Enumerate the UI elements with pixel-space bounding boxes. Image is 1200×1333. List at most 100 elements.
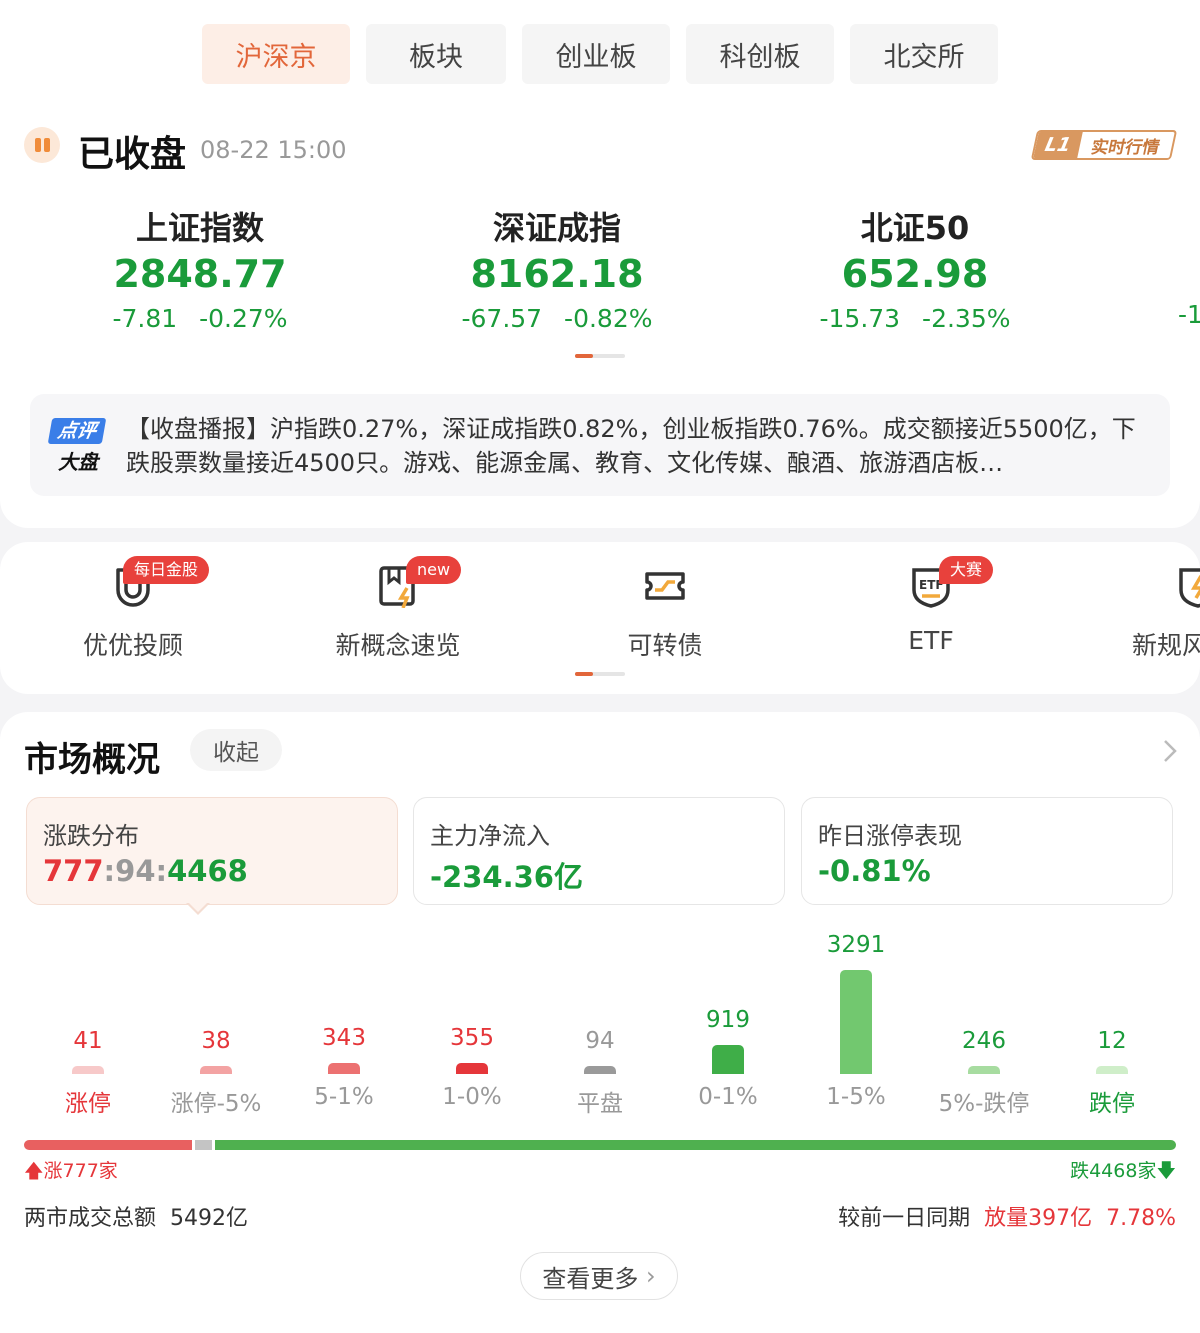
- chevron-right-icon[interactable]: [1158, 738, 1184, 764]
- tool-label: 新概念速览: [335, 631, 461, 660]
- turnover-compare: 较前一日同期 放量397亿 7.78%: [838, 1200, 1176, 1232]
- bar-category-label: 涨停: [65, 1091, 111, 1117]
- down-summary: 跌4468家🡇: [1070, 1156, 1176, 1189]
- index-change-abs: -7.81: [112, 304, 178, 333]
- tool-etf[interactable]: ETF 大赛 ETF: [831, 542, 1031, 694]
- tool-new-concepts[interactable]: new 新概念速览: [298, 542, 498, 694]
- bar-value-label: 355: [450, 1025, 494, 1051]
- index-value: 8162.18: [470, 252, 644, 296]
- tab-chinext[interactable]: 创业板: [522, 24, 670, 84]
- section-title: 市场概况: [24, 740, 160, 780]
- index-name: 上证指数: [135, 209, 264, 247]
- view-more-button[interactable]: 查看更多 ›: [520, 1252, 678, 1300]
- distribution-bar-group[interactable]: 38 涨停-5%: [152, 922, 280, 1122]
- distribution-bar: [968, 1066, 1000, 1074]
- tab-hushenjing[interactable]: 沪深京: [202, 24, 350, 84]
- distribution-bar-group[interactable]: 355 1-0%: [408, 922, 536, 1122]
- tab-bse[interactable]: 北交所: [850, 24, 998, 84]
- up-summary: 🡅涨777家: [24, 1156, 118, 1189]
- index-card-szse[interactable]: 深证成指 8162.18 -67.57 -0.82%: [407, 208, 707, 336]
- tool-label: ETF: [908, 626, 954, 655]
- index-change: -15.73 -2.35%: [765, 302, 1065, 336]
- bar-category-label: 5%-跌停: [938, 1091, 1030, 1117]
- selected-pointer: [186, 902, 210, 915]
- index-change: -7.81 -0.27%: [50, 302, 350, 336]
- dapan-review-logo: 点评 大盘: [47, 418, 107, 474]
- distribution-bar: [72, 1066, 104, 1074]
- distribution-bar: [200, 1066, 232, 1074]
- index-card-sse[interactable]: 上证指数 2848.77 -7.81 -0.27%: [50, 208, 350, 336]
- realtime-quote-badge[interactable]: L1 实时行情: [1030, 130, 1178, 160]
- distribution-bar-group[interactable]: 246 5%-跌停: [920, 922, 1048, 1122]
- compare-label: 较前一日同期: [838, 1206, 971, 1231]
- distribution-bar-group[interactable]: 41 涨停: [24, 922, 152, 1122]
- tab-star-market[interactable]: 科创板: [686, 24, 834, 84]
- stat-advance-decline[interactable]: 涨跌分布 777:94:4468: [26, 797, 398, 905]
- advance-decline-ratio-bar: [24, 1140, 1176, 1150]
- bar-category-label: 平盘: [577, 1091, 623, 1117]
- distribution-bar-group[interactable]: 919 0-1%: [664, 922, 792, 1122]
- stat-label: 主力净流入: [430, 822, 550, 850]
- sep: :: [155, 854, 168, 888]
- bar-category-label: 1-5%: [826, 1084, 886, 1110]
- down-segment: [214, 1140, 1176, 1150]
- index-name: 北证50: [860, 209, 970, 247]
- view-more-label: 查看更多: [542, 1264, 639, 1293]
- arrow-down-icon: 🡇: [1156, 1160, 1176, 1182]
- index-value: 652.98: [841, 252, 989, 296]
- distribution-bar-group[interactable]: 94 平盘: [536, 922, 664, 1122]
- bar-value-label: 919: [706, 1007, 750, 1033]
- tool-new-rules[interactable]: 新规风: [1098, 542, 1200, 694]
- stat-yesterday-limit-up[interactable]: 昨日涨停表现 -0.81%: [801, 797, 1173, 905]
- index-change-abs: -15.73: [819, 304, 901, 333]
- index-card-bse50[interactable]: 北证50 652.98 -15.73 -2.35%: [765, 208, 1065, 336]
- logo-top: 点评: [47, 418, 107, 444]
- bar-value-label: 3291: [826, 932, 886, 958]
- bar-value-label: 12: [1097, 1028, 1127, 1054]
- flat-segment: [194, 1140, 212, 1150]
- distribution-bar: [840, 970, 872, 1074]
- index-value: 2848.77: [113, 252, 287, 296]
- tools-pager: [575, 672, 625, 676]
- distribution-bar: [584, 1066, 616, 1074]
- arrow-up-icon: 🡅: [24, 1160, 44, 1182]
- collapse-button[interactable]: 收起: [190, 729, 282, 771]
- status-time: 08-22 15:00: [200, 136, 347, 164]
- market-brief[interactable]: 点评 大盘 【收盘播报】沪指跌0.27%，深证成指跌0.82%，创业板指跌0.7…: [30, 394, 1170, 496]
- tool-youyou-advisor[interactable]: 每日金股 优优投顾: [33, 542, 233, 694]
- stat-value: -0.81%: [818, 854, 931, 888]
- compare-change: 放量397亿: [984, 1206, 1093, 1231]
- bar-value-label: 38: [201, 1028, 231, 1054]
- market-header-card: 沪深京 板块 创业板 科创板 北交所 已收盘 08-22 15:00 L1 实时…: [0, 0, 1200, 528]
- shield-icon: [1179, 568, 1200, 608]
- tool-label: 可转债: [627, 631, 703, 660]
- turnover-value: 5492亿: [170, 1206, 249, 1231]
- stat-value: 777:94:4468: [43, 854, 248, 888]
- bar-value-label: 94: [585, 1028, 615, 1054]
- flat-count: 94: [115, 854, 156, 888]
- tab-sector[interactable]: 板块: [366, 24, 506, 84]
- up-segment: [24, 1140, 192, 1150]
- bar-category-label: 0-1%: [698, 1084, 758, 1110]
- index-change: -67.57 -0.82%: [407, 302, 707, 336]
- index-change-pct: -0.27%: [199, 304, 288, 333]
- bar-category-label: 跌停: [1089, 1091, 1135, 1117]
- tool-label: 新规风: [1132, 631, 1200, 660]
- tag-new: new: [406, 556, 462, 584]
- stat-main-net-inflow[interactable]: 主力净流入 -234.36亿: [413, 797, 785, 905]
- bar-category-label: 涨停-5%: [170, 1091, 262, 1117]
- chevron-right-icon: ›: [646, 1262, 656, 1290]
- market-overview-card: 市场概况 收起 涨跌分布 777:94:4468 主力净流入 -234.36亿 …: [0, 712, 1200, 1333]
- bar-category-label: 1-0%: [442, 1084, 502, 1110]
- realtime-label: 实时行情: [1089, 137, 1162, 158]
- distribution-bar-group[interactable]: 3291 1-5%: [792, 922, 920, 1122]
- distribution-chart: 41 涨停 38 涨停-5% 343 5-1% 355 1-0% 94 平盘 919 0-1% 3291…: [0, 922, 1200, 1122]
- candlestick-icon: [24, 127, 60, 163]
- stat-value: -234.36亿: [430, 860, 583, 894]
- index-card-partial[interactable]: -1: [1178, 300, 1200, 329]
- distribution-bar-group[interactable]: 343 5-1%: [280, 922, 408, 1122]
- stat-label: 涨跌分布: [43, 822, 139, 850]
- bar-value-label: 343: [322, 1025, 366, 1051]
- index-change-pct: -2.35%: [922, 304, 1011, 333]
- distribution-bar-group[interactable]: 12 跌停: [1048, 922, 1176, 1122]
